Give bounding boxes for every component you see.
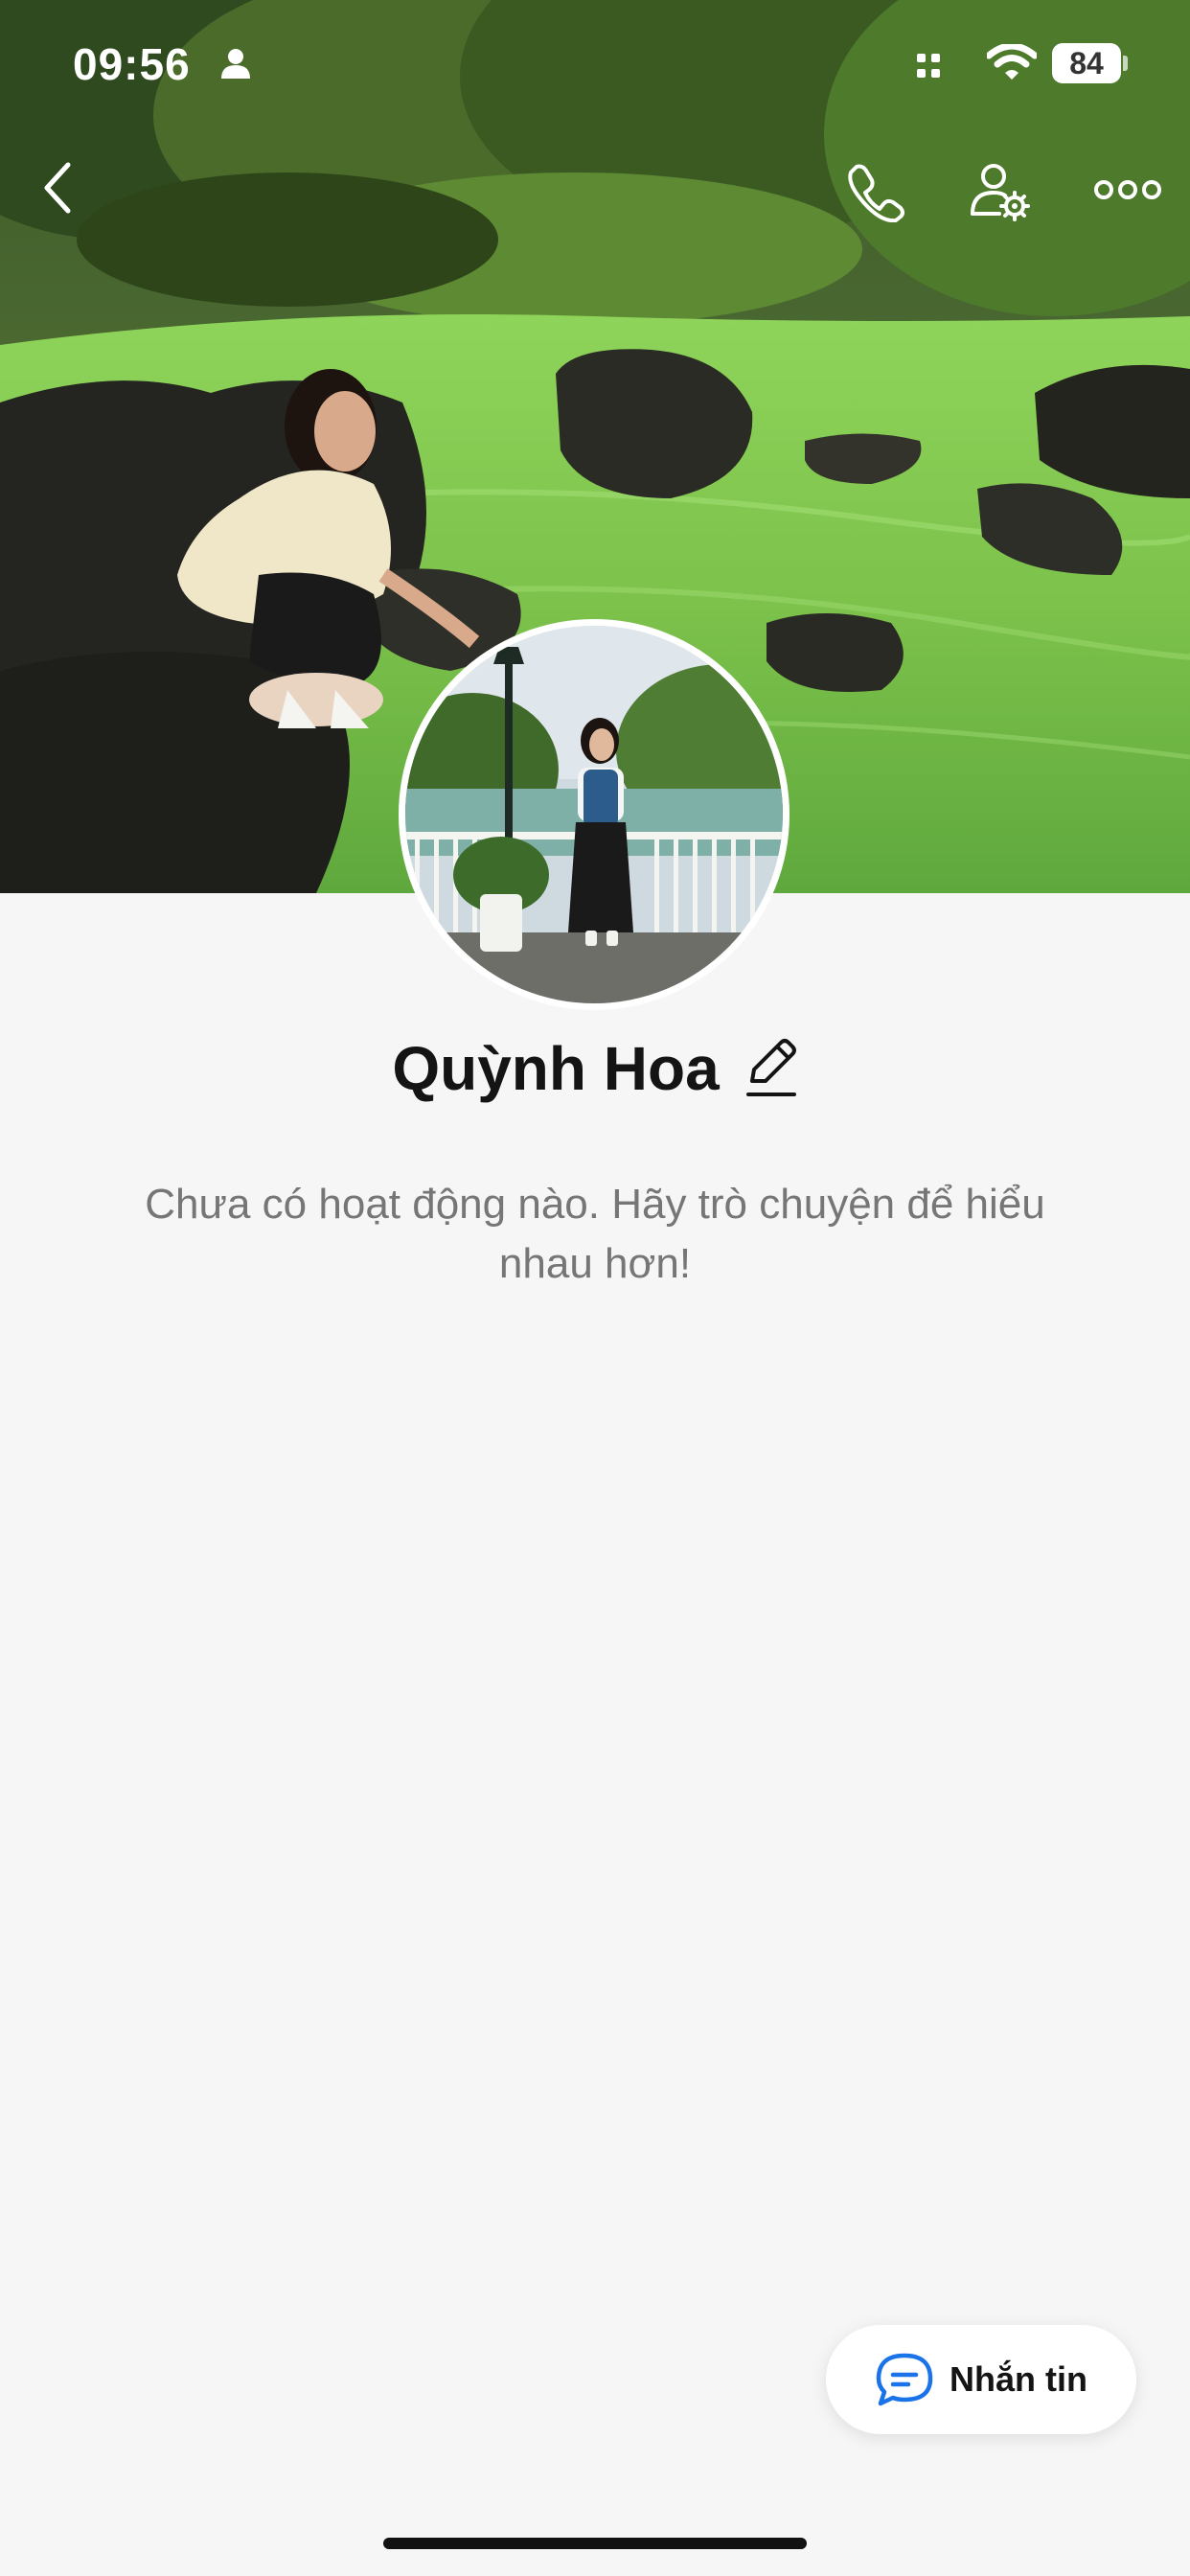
more-dots-icon xyxy=(1094,180,1161,199)
battery-icon: 84 xyxy=(1052,43,1121,83)
user-settings-button[interactable] xyxy=(962,153,1039,230)
call-button[interactable] xyxy=(835,153,912,230)
phone-icon xyxy=(848,164,904,222)
back-chevron-icon xyxy=(44,162,71,214)
back-button[interactable] xyxy=(29,153,86,222)
status-time: 09:56 xyxy=(73,39,191,89)
empty-activity-message: Chưa có hoạt động nào. Hãy trò chuyện để… xyxy=(145,1181,1045,1287)
battery-level: 84 xyxy=(1069,46,1104,80)
status-bar: 09:56 84 xyxy=(0,0,1190,125)
profile-name-row: Quỳnh Hoa xyxy=(0,1033,1190,1104)
message-button[interactable]: Nhắn tin xyxy=(826,2325,1136,2434)
edit-pencil-icon[interactable] xyxy=(744,1037,798,1100)
avatar[interactable] xyxy=(399,619,790,1010)
chat-bubble-icon xyxy=(876,2353,933,2406)
signal-icon xyxy=(917,54,940,78)
profile-name: Quỳnh Hoa xyxy=(392,1034,720,1103)
battery-tip xyxy=(1123,56,1128,71)
person-icon xyxy=(221,49,250,79)
message-button-label: Nhắn tin xyxy=(950,2359,1087,2399)
more-button[interactable] xyxy=(1087,163,1169,217)
avatar-image xyxy=(405,626,783,1003)
user-settings-icon xyxy=(971,164,1030,221)
home-indicator[interactable] xyxy=(383,2538,807,2549)
wifi-icon xyxy=(987,44,1037,80)
